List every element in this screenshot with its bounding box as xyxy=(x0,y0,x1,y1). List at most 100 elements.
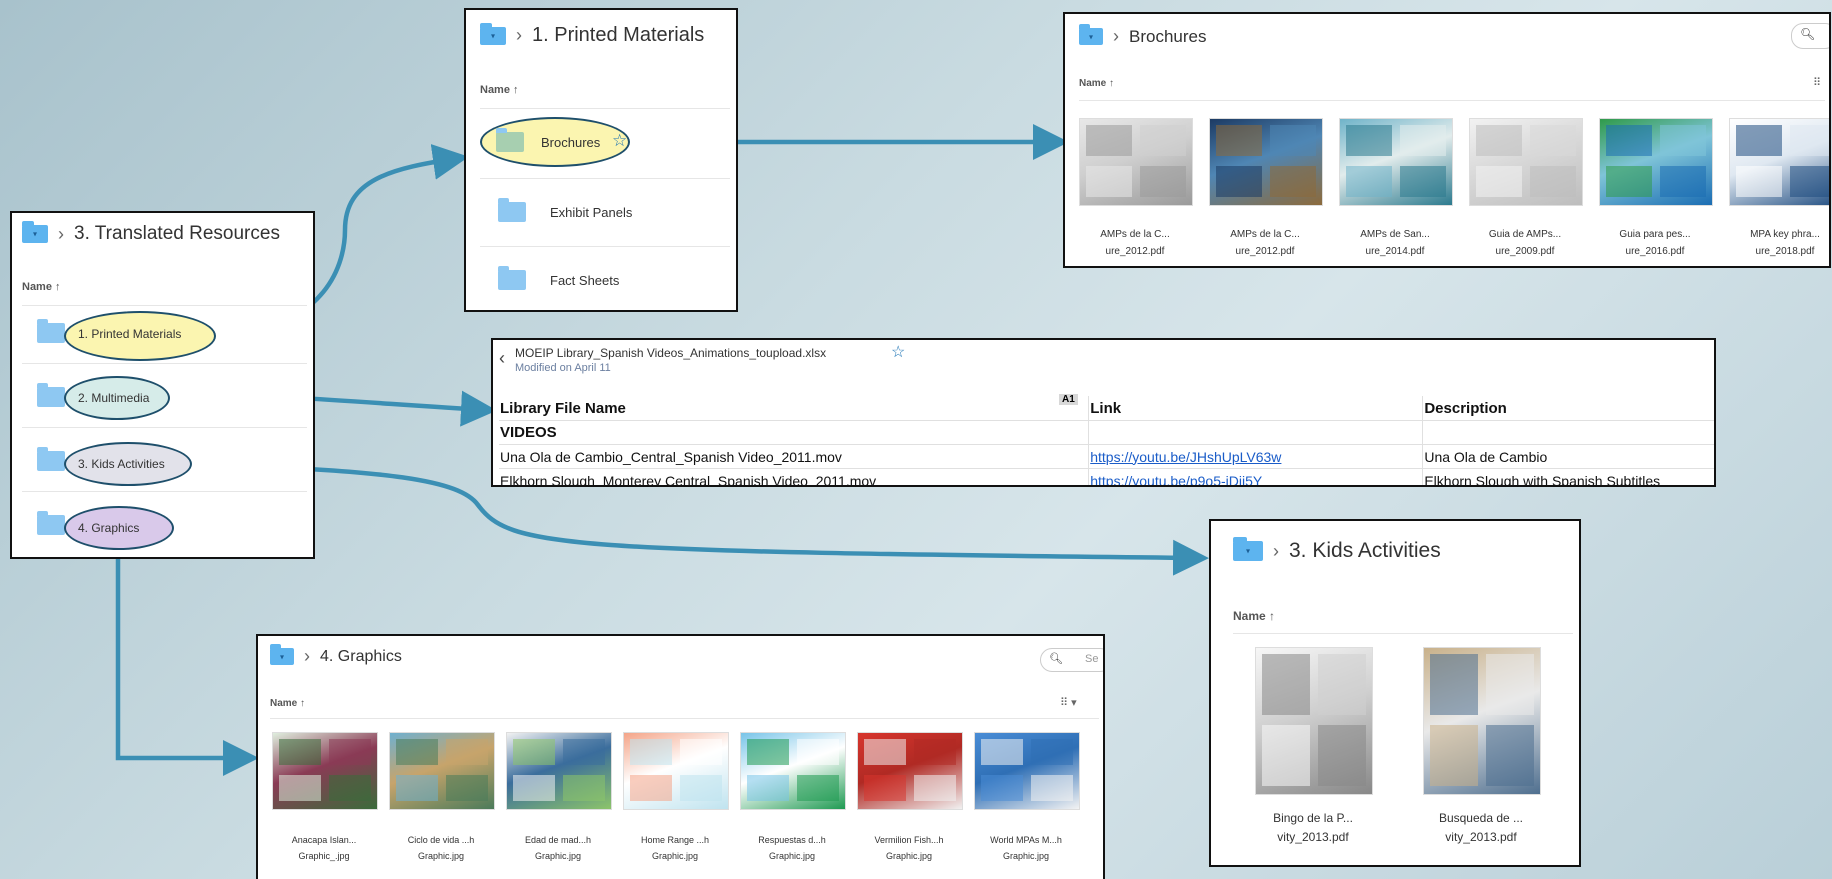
file-thumbnail[interactable] xyxy=(1469,118,1583,206)
thumbnail-detail xyxy=(1790,125,1829,156)
file-name-line1: Respuestas d...h xyxy=(758,835,826,845)
description-cell[interactable]: Una Ola de Cambio xyxy=(1422,444,1714,469)
file-caption[interactable]: AMPs de San... ure_2014.pdf xyxy=(1329,226,1461,260)
file-name-line2: Graphic.jpg xyxy=(651,851,699,861)
file-caption[interactable]: Respuestas d...h Graphic.jpg xyxy=(730,832,854,864)
divider xyxy=(22,363,307,364)
sort-by-name-header[interactable]: Name ↑ xyxy=(1079,78,1114,89)
thumbnail-detail xyxy=(1660,166,1706,197)
thumbnail-detail xyxy=(864,739,906,765)
folder-label-fact-sheets: Fact Sheets xyxy=(550,272,620,288)
breadcrumb: ▾ › 4. Graphics xyxy=(270,644,402,667)
file-caption[interactable]: Anacapa Islan... Graphic_.jpg xyxy=(262,832,386,864)
file-caption[interactable]: Guia para pes... ure_2016.pdf xyxy=(1589,226,1721,260)
sort-by-name-header[interactable]: Name ↑ xyxy=(1233,609,1275,623)
file-thumbnail[interactable] xyxy=(1079,118,1193,206)
root-folder-icon[interactable]: ▾ xyxy=(1079,24,1103,45)
root-folder-icon[interactable]: ▾ xyxy=(1233,537,1263,561)
file-caption[interactable]: MPA key phra... ure_2018.pdf xyxy=(1719,226,1829,260)
file-thumbnail[interactable] xyxy=(1255,647,1373,795)
kids-activities-panel: ▾ › 3. Kids Activities Name ↑ Bingo de l… xyxy=(1209,519,1581,867)
file-caption[interactable]: Edad de mad...h Graphic.jpg xyxy=(496,832,620,864)
file-thumbnail[interactable] xyxy=(1729,118,1829,206)
file-thumbnail[interactable] xyxy=(623,732,729,810)
file-thumbnail[interactable] xyxy=(1423,647,1541,795)
empty-cell[interactable] xyxy=(1422,420,1714,445)
file-thumbnail[interactable] xyxy=(389,732,495,810)
folder-icon xyxy=(498,266,526,290)
folder-row-multimedia[interactable] xyxy=(37,383,65,407)
section-label[interactable]: VIDEOS xyxy=(499,421,1089,445)
favorite-star-icon[interactable]: ☆ xyxy=(891,342,905,362)
link-cell[interactable]: https://youtu.be/JHshUpLV63w xyxy=(1088,444,1423,469)
file-caption[interactable]: Busqueda de ... vity_2013.pdf xyxy=(1413,809,1549,847)
graphics-panel: ▾ › 4. Graphics 🔍︎ Se Name ↑ ⠿ ▾ Anacapa… xyxy=(256,634,1105,879)
thumbnail-detail xyxy=(797,775,839,801)
thumbnail-detail xyxy=(396,739,438,765)
thumbnail-detail xyxy=(1031,739,1073,765)
folder-row-kids-activities[interactable] xyxy=(37,447,65,471)
folder-icon xyxy=(37,319,65,343)
file-thumbnail[interactable] xyxy=(857,732,963,810)
grid-view-icon[interactable]: ⠿ ▾ xyxy=(1060,696,1077,709)
file-caption[interactable]: Home Range ...h Graphic.jpg xyxy=(613,832,737,864)
arrow-graphics-to-graphics-panel xyxy=(115,545,259,776)
file-thumbnail[interactable] xyxy=(272,732,378,810)
file-name-cell[interactable]: Elkhorn Slough_Monterey Central_Spanish … xyxy=(499,469,1089,486)
empty-cell[interactable] xyxy=(1088,420,1423,445)
back-chevron-icon[interactable]: ‹ xyxy=(499,348,505,369)
file-caption[interactable]: Bingo de la P... vity_2013.pdf xyxy=(1245,809,1381,847)
file-thumbnail[interactable] xyxy=(1209,118,1323,206)
header-file-name[interactable]: Library File Name xyxy=(499,396,1089,421)
divider xyxy=(270,718,1099,719)
file-thumbnail[interactable] xyxy=(1599,118,1713,206)
sort-by-name-header[interactable]: Name ↑ xyxy=(22,281,61,293)
file-name-line2: ure_2012.pdf xyxy=(1235,246,1295,257)
folder-row-graphics[interactable] xyxy=(37,511,65,535)
breadcrumb: ▾ › 3. Kids Activities xyxy=(1233,537,1441,563)
thumbnail-detail xyxy=(1476,125,1522,156)
file-name-line1: Home Range ...h xyxy=(640,835,710,845)
folder-label-printed-materials: 1. Printed Materials xyxy=(78,327,182,341)
file-thumbnail[interactable] xyxy=(740,732,846,810)
file-thumbnail[interactable] xyxy=(506,732,612,810)
brochures-panel: ▾ › Brochures 🔍︎ Name ↑ ⠿ AMPs de la C..… xyxy=(1063,12,1831,268)
star-icon[interactable]: ☆ xyxy=(612,131,627,151)
chevron-right-icon: › xyxy=(1113,26,1119,46)
thumbnail-detail xyxy=(1606,166,1652,197)
grid-view-icon[interactable]: ⠿ xyxy=(1813,76,1821,89)
file-caption[interactable]: World MPAs M...h Graphic.jpg xyxy=(964,832,1088,864)
root-folder-icon[interactable]: ▾ xyxy=(22,221,48,243)
root-folder-icon[interactable]: ▾ xyxy=(480,22,506,45)
thumbnail-detail xyxy=(914,739,956,765)
file-caption[interactable]: AMPs de la C... ure_2012.pdf xyxy=(1069,226,1201,260)
folder-row-exhibit-panels[interactable]: Exhibit Panels xyxy=(498,198,632,222)
section-row: VIDEOS xyxy=(499,420,1714,445)
page-title: 4. Graphics xyxy=(320,647,402,665)
file-caption[interactable]: Ciclo de vida ...h Graphic.jpg xyxy=(379,832,503,864)
file-name-line2: Graphic.jpg xyxy=(885,851,933,861)
thumbnail-detail xyxy=(1318,725,1366,786)
description-cell[interactable]: Elkhorn Slough with Spanish Subtitles xyxy=(1422,468,1714,485)
search-button[interactable]: 🔍︎ xyxy=(1791,23,1829,49)
file-caption[interactable]: AMPs de la C... ure_2012.pdf xyxy=(1199,226,1331,260)
sort-by-name-header[interactable]: Name ↑ xyxy=(270,698,305,709)
search-field[interactable]: 🔍︎ Se xyxy=(1040,648,1103,672)
file-title: MOEIP Library_Spanish Videos_Animations_… xyxy=(515,346,827,360)
folder-row-printed-materials[interactable] xyxy=(37,319,65,343)
file-caption[interactable]: Vermilion Fish...h Graphic.jpg xyxy=(847,832,971,864)
link-cell[interactable]: https://youtu.be/p9o5-iDji5Y xyxy=(1088,468,1423,485)
header-description[interactable]: Description xyxy=(1422,396,1714,421)
file-thumbnail[interactable] xyxy=(1339,118,1453,206)
folder-icon xyxy=(496,128,524,152)
header-link[interactable]: Link xyxy=(1088,396,1423,421)
folder-row-fact-sheets[interactable]: Fact Sheets xyxy=(498,266,620,290)
thumbnail-detail xyxy=(1262,725,1310,786)
file-name-cell[interactable]: Una Ola de Cambio_Central_Spanish Video_… xyxy=(499,445,1089,469)
thumbnail-detail xyxy=(1346,125,1392,156)
file-thumbnail[interactable] xyxy=(974,732,1080,810)
file-caption[interactable]: Guia de AMPs... ure_2009.pdf xyxy=(1459,226,1591,260)
sort-by-name-header[interactable]: Name ↑ xyxy=(480,84,519,96)
spreadsheet-panel: ‹ MOEIP Library_Spanish Videos_Animation… xyxy=(491,338,1716,487)
root-folder-icon[interactable]: ▾ xyxy=(270,644,294,665)
